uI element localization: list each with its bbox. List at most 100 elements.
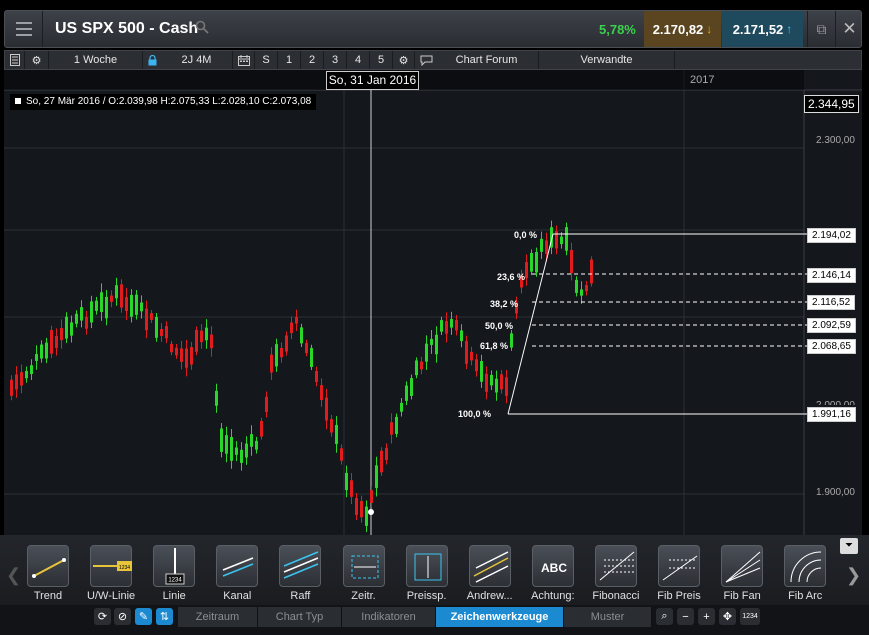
candle-body (45, 342, 48, 359)
layout-4-button[interactable]: 4 (347, 51, 370, 69)
candle-body (90, 301, 93, 323)
candle-body (160, 329, 163, 336)
tab-chart-typ[interactable]: Chart Typ (258, 607, 342, 627)
tool-horizontal-line[interactable]: 1234 U/W-Linie (80, 545, 140, 603)
candle-body (570, 250, 573, 274)
candle-body (170, 343, 173, 353)
search-icon[interactable]: ⌕ (656, 608, 673, 625)
tool-vertical-line[interactable]: 1234 Linie (143, 545, 203, 603)
tool-time-range[interactable]: Zeitr. (333, 545, 393, 603)
candle-body (25, 370, 28, 379)
tool-trend-line[interactable]: Trend (17, 545, 77, 603)
candle-body (590, 259, 593, 284)
tool-label: Trend (33, 590, 63, 602)
tool-label: Zeitr. (351, 590, 376, 602)
tool-label: Fib Arc (788, 590, 823, 602)
candle-body (65, 316, 68, 339)
layout-3-button[interactable]: 3 (324, 51, 347, 69)
candle-body (345, 472, 348, 491)
chat-icon[interactable] (417, 51, 435, 69)
candle-body (335, 424, 338, 444)
tool-fib-arc[interactable]: Fib Arc (774, 545, 834, 603)
collapse-panel-icon[interactable]: ⏷ (840, 538, 858, 554)
candle-body (120, 284, 123, 308)
candle-body (455, 319, 458, 331)
fibonacci-icon (594, 545, 637, 587)
scroll-right-icon[interactable]: ❯ (846, 565, 861, 586)
detach-window-icon[interactable]: ⧉ (807, 11, 835, 47)
tab-indikatoren[interactable]: Indikatoren (342, 607, 436, 627)
layout-2-button[interactable]: 2 (301, 51, 324, 69)
tool-fibonacci[interactable]: Fibonacci (585, 545, 645, 603)
candle-body (80, 307, 83, 321)
candle-body (320, 385, 323, 401)
tab-zeitraum[interactable]: Zeitraum (178, 607, 258, 627)
fib-price-icon (658, 545, 700, 587)
fib-level-label: 50,0 % (485, 321, 514, 331)
candle-body (140, 302, 143, 312)
range-select[interactable]: 2J 4M (161, 51, 233, 69)
tab-zeichenwerkzeuge[interactable]: Zeichenwerkzeuge (436, 607, 564, 627)
chart-forum-link[interactable]: Chart Forum (435, 51, 539, 69)
pencil-icon[interactable]: ✎ (135, 608, 152, 625)
candle-body (255, 440, 258, 450)
layout-1-button[interactable]: 1 (278, 51, 301, 69)
settings-gear-icon[interactable]: ⚙ (393, 51, 415, 69)
candle-body (205, 327, 208, 341)
layout-5-button[interactable]: 5 (370, 51, 393, 69)
zoom-out-icon[interactable]: − (677, 608, 694, 625)
tool-raff-channel[interactable]: Raff (269, 545, 329, 603)
candle-body (230, 436, 233, 461)
chart-canvas[interactable] (4, 70, 862, 535)
drawing-tools-panel: ⏷ ❮ ❯ Trend 1234 U/W-Linie 1234 Linie Kanal Ra… (0, 535, 869, 605)
gear-icon[interactable]: ⚙ (25, 51, 49, 69)
candle-body (150, 313, 153, 320)
candle-body (180, 348, 183, 362)
candle-body (395, 416, 398, 434)
tool-andrews-pitchfork[interactable]: Andrew... (459, 545, 519, 603)
fib-level-label: 100,0 % (458, 409, 492, 419)
calendar-icon[interactable] (233, 51, 255, 69)
candle-body (295, 317, 298, 324)
trend-line-icon (27, 545, 69, 587)
sell-price-button[interactable]: 2.170,82 ↓ (644, 11, 721, 47)
search-icon[interactable] (195, 20, 209, 34)
buy-price-button[interactable]: 2.171,52 ↑ (722, 11, 803, 47)
candle-body (560, 236, 563, 245)
candle-body (10, 379, 13, 396)
candle-body (450, 319, 453, 328)
instrument-title-bar: US SPX 500 - Cash 5,78% 2.170,82 ↓ 2.171,… (4, 10, 862, 48)
svg-text:ABC: ABC (541, 561, 567, 575)
tool-text-annotation[interactable]: ABC Achtung: (522, 545, 582, 603)
lock-icon[interactable] (143, 51, 161, 69)
menu-button[interactable] (5, 11, 43, 47)
hide-drawings-icon[interactable]: ⊘ (114, 608, 131, 625)
crosshair-icon[interactable]: ✥ (719, 608, 736, 625)
tool-fib-fan[interactable]: Fib Fan (711, 545, 771, 603)
sort-icon[interactable]: ⇅ (156, 608, 173, 625)
close-icon[interactable]: ✕ (835, 11, 863, 47)
related-button[interactable]: Verwandte (539, 51, 675, 69)
candle-body (270, 354, 273, 373)
list-icon[interactable] (5, 51, 25, 69)
y-axis-tick: 1.900,00 (816, 487, 855, 498)
refresh-icon[interactable]: ⟳ (94, 608, 111, 625)
candle-body (200, 330, 203, 343)
candle-body (245, 443, 248, 458)
interval-select[interactable]: 1 Woche (49, 51, 143, 69)
candle-body (55, 336, 58, 348)
zoom-in-icon[interactable]: + (698, 608, 715, 625)
candle-body (545, 240, 548, 254)
candle-body (425, 343, 428, 362)
screenshot-button[interactable]: S (255, 51, 278, 69)
tool-fib-price[interactable]: Fib Preis (648, 545, 708, 603)
price-chart[interactable]: So, 31 Jan 2016 2017 So, 27 Mär 2016 / O… (4, 70, 862, 535)
tool-price-range[interactable]: Preissp. (396, 545, 456, 603)
price-tag-icon[interactable]: 1234 (740, 608, 760, 625)
tab-muster[interactable]: Muster (564, 607, 652, 627)
crosshair-marker (368, 509, 374, 515)
candle-body (410, 378, 413, 396)
candle-body (585, 285, 588, 292)
tool-channel[interactable]: Kanal (206, 545, 266, 603)
price-range-icon (405, 545, 448, 587)
